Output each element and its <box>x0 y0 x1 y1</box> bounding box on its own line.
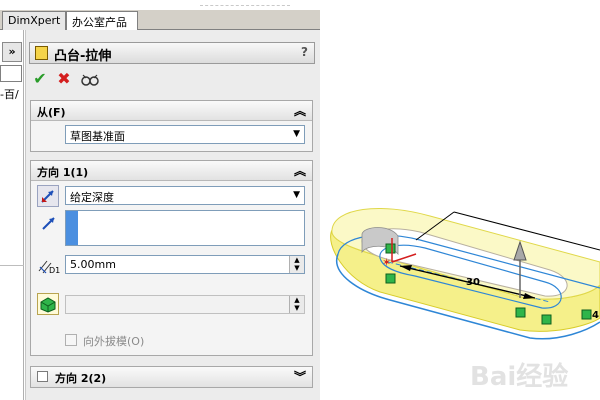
x-icon[interactable]: ✖ <box>54 69 74 89</box>
direction2-checkbox[interactable] <box>37 371 48 382</box>
sketch-relation-marker <box>581 309 592 320</box>
depth-input[interactable]: 5.00mm ▲ ▼ <box>65 255 305 274</box>
direction2-group: 方向 2(2) ︾ <box>30 366 313 388</box>
watermark: Bai经验 <box>470 361 568 392</box>
boss-extrude-icon <box>35 46 48 60</box>
action-buttons: ✔ ✖ <box>30 69 130 89</box>
sketch-relation-marker <box>385 243 396 254</box>
draft-toggle-icon[interactable] <box>37 293 59 315</box>
sketch-relation-marker <box>515 307 526 318</box>
from-group: 从(F) ︽ 草图基准面 ▼ <box>30 100 313 152</box>
expand-icon[interactable]: ︾ <box>294 368 306 385</box>
help-button[interactable]: ? <box>301 45 308 59</box>
extrude-preview: ✶ Bai经验 30 4 <box>330 207 600 392</box>
depth-label: D1 <box>49 266 61 275</box>
property-manager: 凸台-拉伸 ? ✔ ✖ 从(F) ︽ 草图基准面 ▼ 方向 1(1) ︽ 给定深… <box>25 30 320 400</box>
direction2-group-title: 方向 2(2) <box>55 372 107 385</box>
draft-angle-stepper[interactable]: ▲ ▼ <box>289 296 304 313</box>
svg-text:✶: ✶ <box>382 256 391 269</box>
collapse-icon[interactable]: ︽ <box>294 162 306 179</box>
property-manager-header: 凸台-拉伸 ? <box>29 42 315 64</box>
divider <box>0 265 24 266</box>
graphics-area[interactable]: ✶ Bai经验 30 4 <box>320 30 600 400</box>
direction1-group: 方向 1(1) ︽ 给定深度 ▼ D1 5.00mm ▲ ▼ ▲ ▼ 向外拔模(… <box>30 160 313 356</box>
end-condition-value: 给定深度 <box>70 191 114 204</box>
direction2-group-header[interactable]: 方向 2(2) ︾ <box>31 367 312 387</box>
chevron-down-icon: ▼ <box>293 129 300 139</box>
direction-vector-field[interactable] <box>65 210 305 246</box>
edge-label: 4 <box>592 310 599 321</box>
eyeglasses-icon[interactable] <box>80 69 100 89</box>
depth-dimension-icon: D1 <box>37 257 61 277</box>
chevron-down-icon: ▼ <box>293 190 300 200</box>
collapse-icon[interactable]: ︽ <box>294 102 306 119</box>
direction1-group-title: 方向 1(1) <box>37 166 89 179</box>
tab-dimxpert[interactable]: DimXpert <box>2 11 66 30</box>
selection-highlight <box>66 211 78 245</box>
filter-input[interactable] <box>0 65 22 82</box>
toolbar-remnant <box>200 0 290 6</box>
tab-office-products[interactable]: 办公室产品 <box>66 11 138 30</box>
end-condition-select[interactable]: 给定深度 ▼ <box>65 186 305 205</box>
command-manager-tabs: DimXpert 办公室产品 <box>0 10 320 30</box>
from-group-header[interactable]: 从(F) ︽ <box>31 101 312 121</box>
reverse-direction-icon[interactable] <box>37 185 59 207</box>
sketch-relation-marker <box>541 314 552 325</box>
left-panel-strip: » -百/ <box>0 30 24 400</box>
depth-value: 5.00mm <box>70 258 116 271</box>
expand-panel-button[interactable]: » <box>2 42 22 62</box>
dimension-label: 30 <box>466 277 480 288</box>
draft-outward-label: 向外拔模(O) <box>83 335 145 348</box>
depth-stepper[interactable]: ▲ ▼ <box>289 256 304 273</box>
draft-outward-checkbox[interactable] <box>65 334 77 346</box>
panel-fragment-text: -百/ <box>0 88 19 101</box>
check-icon[interactable]: ✔ <box>30 69 50 89</box>
draft-angle-input[interactable]: ▲ ▼ <box>65 295 305 314</box>
direction1-group-header[interactable]: 方向 1(1) ︽ <box>31 161 312 181</box>
start-condition-select[interactable]: 草图基准面 ▼ <box>65 125 305 144</box>
start-condition-value: 草图基准面 <box>70 130 125 143</box>
from-group-title: 从(F) <box>37 106 66 119</box>
sketch-relation-marker <box>385 273 396 284</box>
feature-title: 凸台-拉伸 <box>54 49 112 64</box>
direction-vector-icon <box>39 213 59 233</box>
